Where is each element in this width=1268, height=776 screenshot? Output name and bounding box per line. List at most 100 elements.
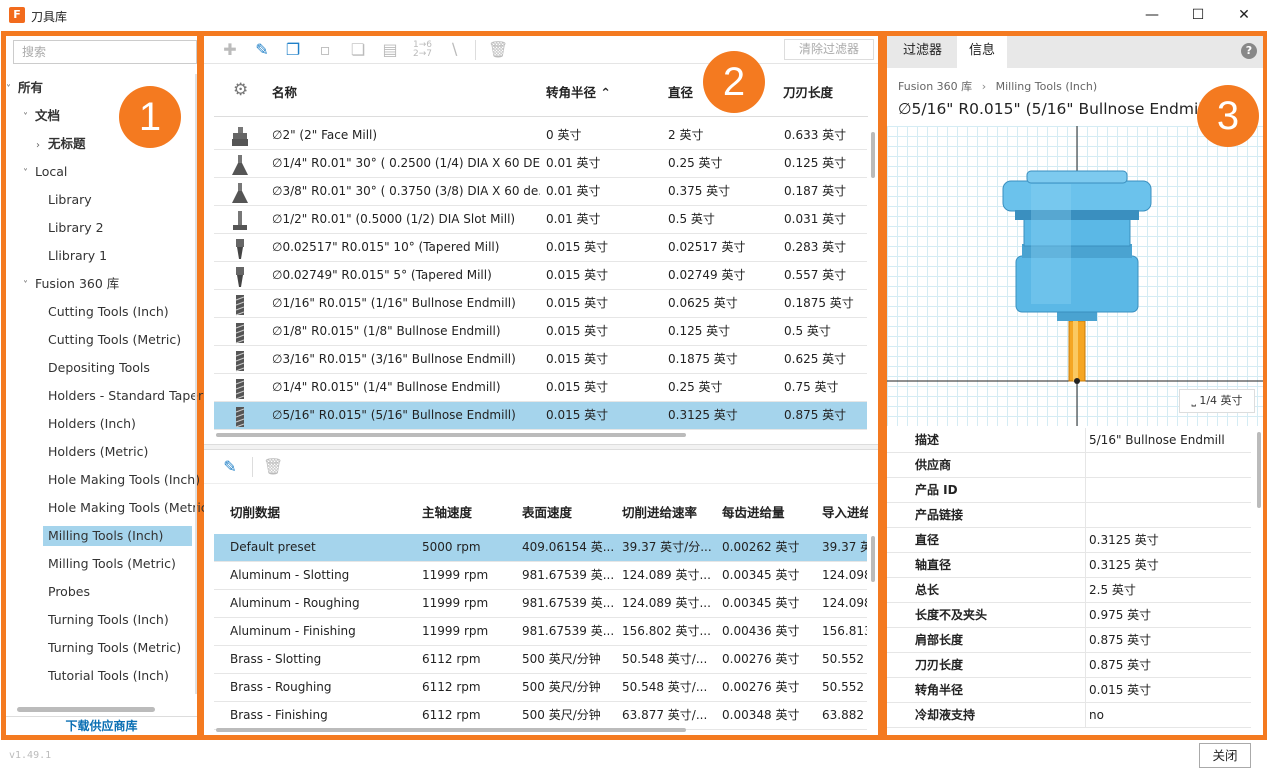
chevron-down-icon[interactable]: ˅ (23, 164, 35, 184)
sidebar-item[interactable]: › 无标题 (32, 134, 86, 154)
delete-icon[interactable]: 🗑 (488, 41, 508, 59)
clear-filter-button[interactable]: 清除过滤器 (784, 39, 874, 60)
close-button[interactable]: 关闭 (1199, 743, 1251, 768)
sidebar-item[interactable]: Milling Tools (Metric) (43, 554, 192, 574)
tree-h-scrollbar[interactable] (17, 707, 155, 712)
chevron-down-icon[interactable]: ˅ (23, 276, 35, 296)
preset-row[interactable]: Brass - Finishing 6112 rpm 500 英尺/分钟 63.877… (214, 702, 867, 730)
tool-table-scrollbar[interactable] (871, 132, 875, 178)
tool-row[interactable]: ∅1/4" R0.01" 30° ( 0.2500 (1/4) DIA X 60… (214, 150, 867, 178)
preset-feed: 156.802 英寸... (622, 624, 711, 638)
tool-row[interactable]: ∅0.02517" R0.015" 10° (Tapered Mill) 0.01… (214, 234, 867, 262)
chevron-down-icon[interactable]: ˅ (6, 80, 18, 100)
col-diameter[interactable]: 直径 (668, 82, 693, 101)
sidebar-item[interactable]: Holders - Standard Taper (43, 386, 203, 406)
tool-row[interactable]: ∅2" (2" Face Mill) 0 英寸 2 英寸 0.633 英寸 (214, 122, 867, 150)
property-key: 冷却液支持 (915, 708, 976, 722)
sidebar-item[interactable]: Tutorial Tools (Inch) (43, 666, 192, 686)
preset-row[interactable]: Default preset 5000 rpm 409.06154 英... 39.3… (214, 534, 867, 562)
property-row: 轴直径 0.3125 英寸 (887, 553, 1251, 578)
preset-name: Brass - Roughing (230, 680, 332, 694)
breadcrumb-library[interactable]: Fusion 360 库 (898, 80, 972, 93)
tool-row[interactable]: ∅3/8" R0.01" 30° ( 0.3750 (3/8) DIA X 60… (214, 178, 867, 206)
preset-row[interactable]: Brass - Slotting 6112 rpm 500 英尺/分钟 50.548 … (214, 646, 867, 674)
tool-row[interactable]: ∅0.02749" R0.015" 5° (Tapered Mill) 0.015… (214, 262, 867, 290)
add-tool-icon[interactable]: ✚ (221, 41, 239, 59)
breadcrumb-folder[interactable]: Milling Tools (Inch) (996, 80, 1098, 93)
tool-diameter: 0.25 英寸 (668, 380, 723, 394)
property-key: 直径 (915, 533, 940, 547)
col-feed[interactable]: 切削进给速率 (622, 502, 697, 521)
minimize-button[interactable]: — (1129, 0, 1175, 31)
sidebar-item[interactable]: ˅ Local (19, 162, 67, 182)
col-surface[interactable]: 表面速度 (522, 502, 572, 521)
close-window-button[interactable]: ✕ (1221, 0, 1267, 31)
tool-row[interactable]: ∅3/16" R0.015" (3/16" Bullnose Endmill) 0… (214, 346, 867, 374)
edit-icon[interactable]: ✎ (253, 41, 271, 59)
sidebar-item[interactable]: Holders (Inch) (43, 414, 192, 434)
download-vendor-library-link[interactable]: 下载供应商库 (6, 716, 197, 735)
duplicate-icon[interactable]: ❏ (349, 41, 367, 59)
search-input[interactable]: 搜索 (13, 40, 197, 64)
sidebar-item[interactable]: ˅ Fusion 360 库 (19, 274, 119, 294)
tab-filter[interactable]: 过滤器 (891, 36, 954, 68)
sidebar-item-label: 所有 (18, 80, 44, 95)
delete-preset-icon[interactable]: 🗑 (263, 458, 283, 476)
preset-row[interactable]: Aluminum - Slotting 11999 rpm 981.67539 英.… (214, 562, 867, 590)
tab-info[interactable]: 信息 (957, 36, 1008, 68)
tool-table-h-scrollbar[interactable] (216, 433, 686, 437)
sidebar-item[interactable]: Depositing Tools (43, 358, 192, 378)
sidebar-item[interactable]: Library (43, 190, 192, 210)
sidebar-item[interactable]: Holders (Metric) (43, 442, 192, 462)
preset-row[interactable]: Aluminum - Finishing 11999 rpm 981.67539 英… (214, 618, 867, 646)
sidebar-item[interactable]: ˅ 文档 (19, 106, 60, 126)
tree-scrollbar[interactable] (195, 74, 197, 694)
sidebar-item[interactable]: Milling Tools (Inch) (43, 526, 192, 546)
sidebar-item[interactable]: Turning Tools (Inch) (43, 610, 192, 630)
tool-corner-radius: 0.01 英寸 (546, 212, 601, 226)
sidebar-item[interactable]: Llibrary 1 (43, 246, 192, 266)
sidebar-item[interactable]: Cutting Tools (Metric) (43, 330, 192, 350)
tool-row[interactable]: ∅1/2" R0.01" (0.5000 (1/2) DIA Slot Mill… (214, 206, 867, 234)
col-tooth[interactable]: 每齿进给量 (722, 502, 785, 521)
tool-row[interactable]: ∅5/16" R0.015" (5/16" Bullnose Endmill) 0… (214, 402, 867, 430)
cutting-table-h-scrollbar[interactable] (216, 728, 686, 732)
tool-flute-length: 0.031 英寸 (784, 212, 847, 226)
sidebar-item[interactable]: Library 2 (43, 218, 192, 238)
sidebar-item[interactable]: Probes (43, 582, 192, 602)
clear-icon[interactable]: ∖ (445, 41, 463, 59)
sidebar-item[interactable]: Turning Tools (Metric) (43, 638, 192, 658)
col-preset-name[interactable]: 切削数据 (230, 502, 280, 521)
paste-icon[interactable]: ▫ (316, 41, 334, 59)
tool-toolbar: ✚ ✎ ❐ ▫ ❏ ▤ 1→6 2→7 ∖ 🗑 清除过滤器 (204, 36, 878, 64)
renumber-icon[interactable]: 1→6 2→7 (413, 41, 432, 59)
maximize-button[interactable]: ☐ (1175, 0, 1221, 31)
column-settings-icon[interactable]: ⚙ (233, 80, 248, 100)
tool-row[interactable]: ∅1/4" R0.015" (1/4" Bullnose Endmill) 0.0… (214, 374, 867, 402)
tool-row[interactable]: ∅1/16" R0.015" (1/16" Bullnose Endmill) 0… (214, 290, 867, 318)
breadcrumb: Fusion 360 库 › Milling Tools (Inch) (898, 78, 1097, 94)
tool-3d-preview[interactable]: ⎵ 1/4 英寸 (887, 126, 1263, 426)
sidebar-item[interactable]: Cutting Tools (Inch) (43, 302, 192, 322)
preset-lead: 156.813 (822, 624, 867, 638)
tool-row[interactable]: ∅1/8" R0.015" (1/8" Bullnose Endmill) 0.0… (214, 318, 867, 346)
col-corner-radius[interactable]: 转角半径 ⌃ (546, 82, 611, 101)
cutting-table-scrollbar[interactable] (871, 536, 875, 582)
tapered-mill-icon (222, 238, 256, 259)
col-flute-length[interactable]: 刀刃长度 (783, 82, 833, 101)
chevron-right-icon[interactable]: › (36, 136, 48, 156)
sidebar-item[interactable]: Hole Making Tools (Metric (43, 498, 208, 518)
stack-icon[interactable]: ▤ (381, 41, 399, 59)
property-scrollbar[interactable] (1257, 432, 1261, 508)
preset-row[interactable]: Brass - Roughing 6112 rpm 500 英尺/分钟 50.548 … (214, 674, 867, 702)
chevron-down-icon[interactable]: ˅ (23, 108, 35, 128)
col-lead[interactable]: 导入进给速 (822, 502, 868, 521)
help-icon[interactable]: ? (1241, 43, 1257, 59)
col-name[interactable]: 名称 (272, 82, 297, 101)
preset-row[interactable]: Aluminum - Roughing 11999 rpm 981.67539 英.… (214, 590, 867, 618)
sidebar-item[interactable]: Hole Making Tools (Inch) (43, 470, 200, 490)
copy-icon[interactable]: ❐ (284, 41, 302, 59)
edit-preset-icon[interactable]: ✎ (221, 458, 239, 476)
col-spindle[interactable]: 主轴速度 (422, 502, 472, 521)
sidebar-item[interactable]: ˅ 所有 (2, 78, 43, 98)
